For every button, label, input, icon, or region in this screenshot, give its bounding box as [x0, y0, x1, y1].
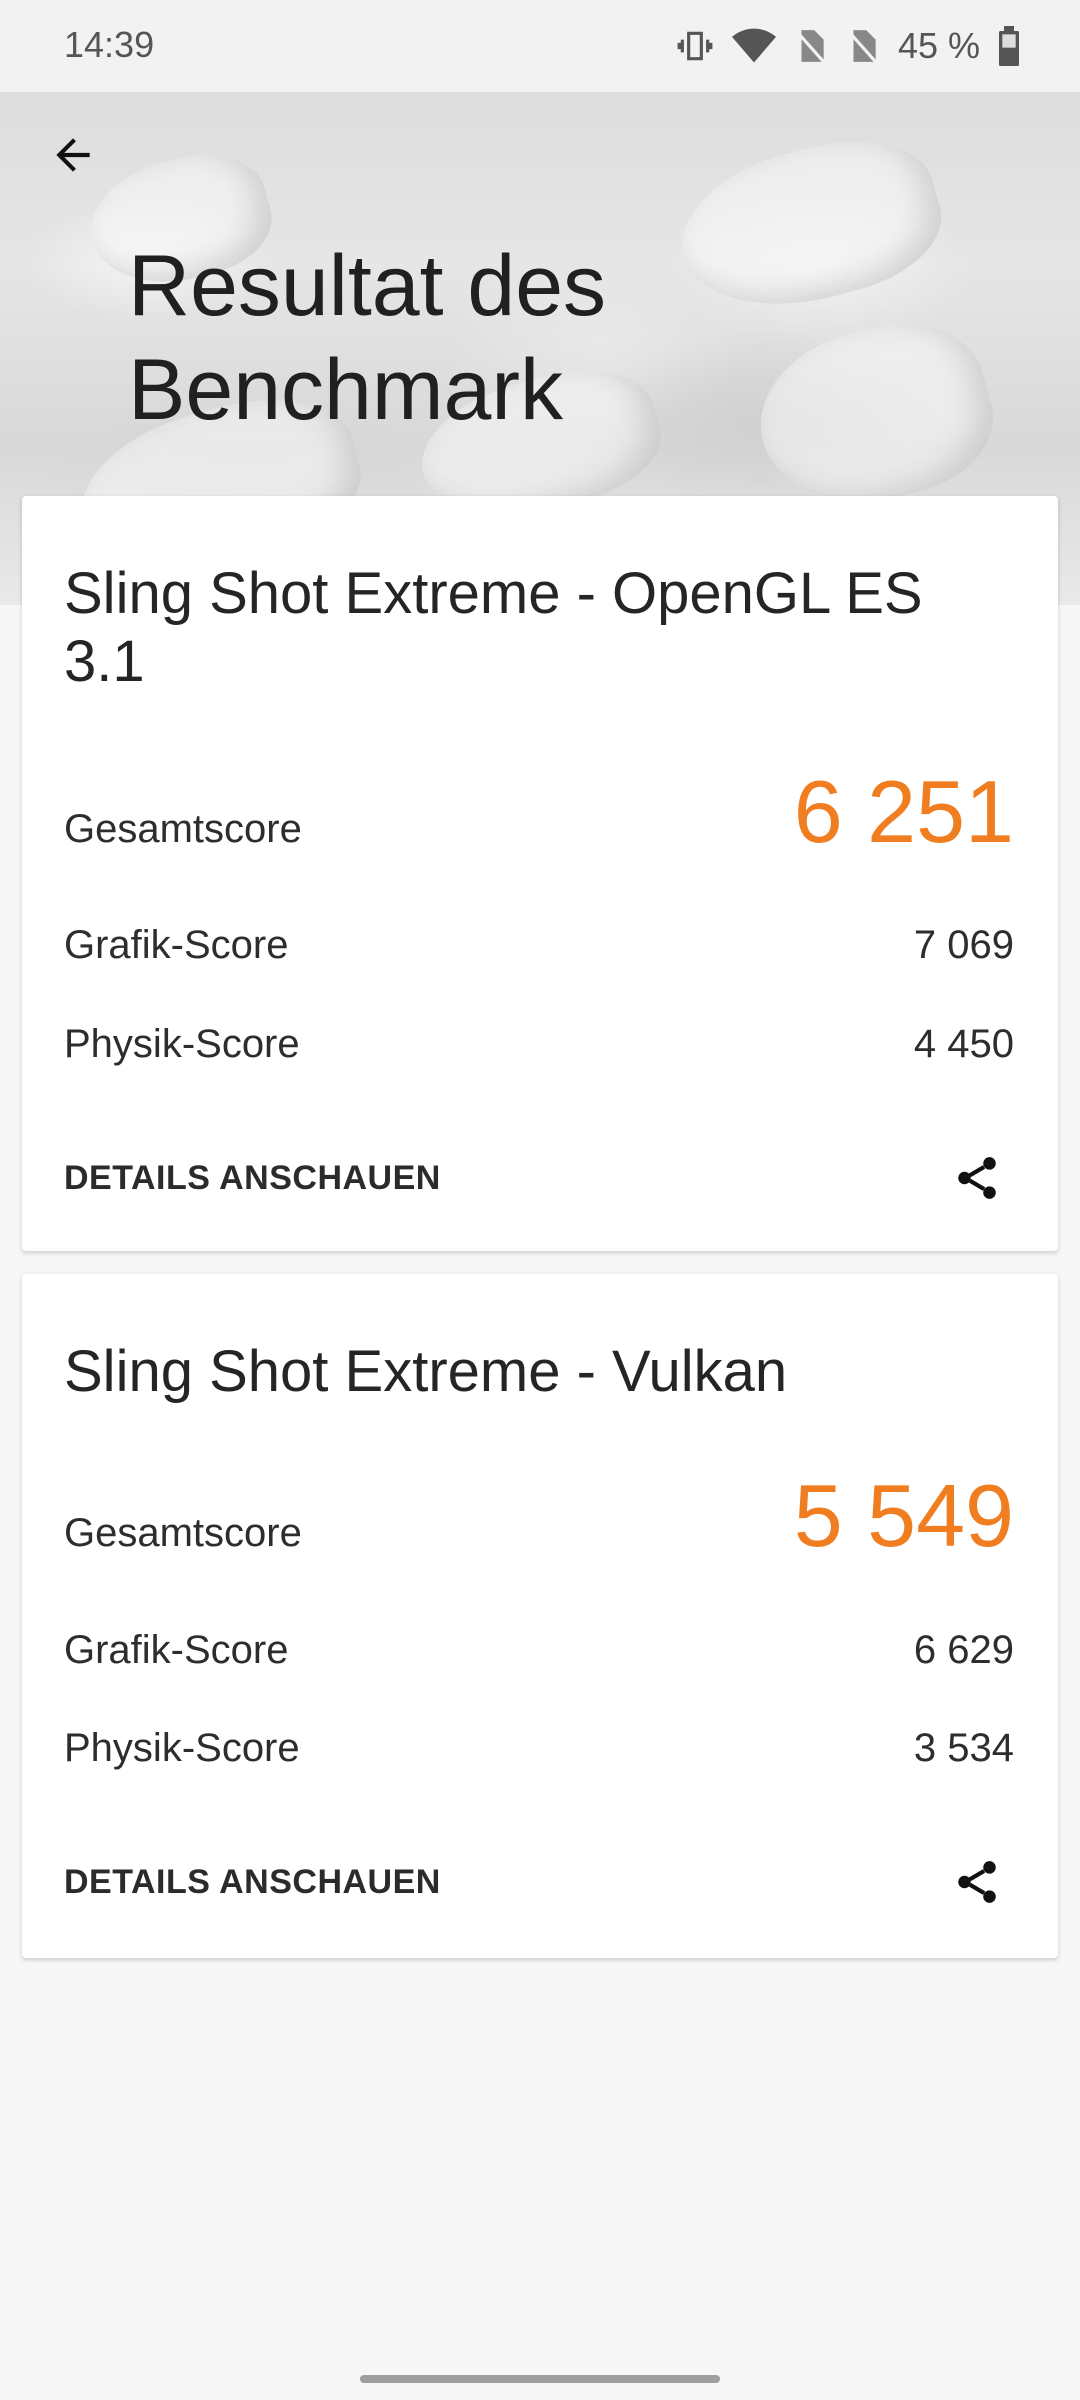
total-score-value: 6 251 [793, 762, 1014, 861]
result-card-title: Sling Shot Extreme - OpenGL ES 3.1 [64, 561, 923, 694]
share-icon [958, 1157, 996, 1199]
card-footer: DETAILS ANSCHAUEN [64, 1842, 1014, 1922]
result-card-opengl: Sling Shot Extreme - OpenGL ES 3.1 Gesam… [22, 496, 1058, 1251]
share-button[interactable] [940, 1845, 1014, 1919]
status-bar: 14:39 45 % [0, 0, 1080, 92]
status-time: 14:39 [64, 24, 155, 65]
navigation-handle[interactable] [360, 2375, 720, 2383]
details-button[interactable]: DETAILS ANSCHAUEN [64, 1863, 441, 1902]
graphics-score-value: 6 629 [913, 1628, 1014, 1672]
physics-score-label: Physik-Score [64, 1022, 300, 1066]
physics-score-row: Physik-Score 4 450 [64, 1022, 1014, 1067]
wifi-icon [731, 27, 776, 65]
physics-score-row: Physik-Score 3 534 [64, 1726, 1014, 1771]
battery-percent: 45 % [897, 25, 980, 66]
physics-score-value: 3 534 [913, 1726, 1014, 1770]
total-score-row: Gesamtscore 5 549 [64, 1472, 1014, 1560]
graphics-score-label: Grafik-Score [64, 1628, 289, 1672]
total-score-label: Gesamtscore [64, 807, 302, 851]
graphics-score-value: 7 069 [913, 923, 1014, 967]
total-score-row: Gesamtscore 6 251 [64, 768, 1014, 856]
result-card-title: Sling Shot Extreme - Vulkan [64, 1339, 788, 1404]
share-icon [958, 1861, 996, 1903]
graphics-score-label: Grafik-Score [64, 923, 289, 967]
status-icons: 45 % [676, 20, 1020, 72]
vibrate-icon [676, 27, 714, 65]
battery-icon [998, 26, 1020, 66]
total-score-value: 5 549 [793, 1466, 1014, 1565]
physics-score-label: Physik-Score [64, 1726, 300, 1770]
no-sim-icon [846, 27, 880, 65]
graphics-score-row: Grafik-Score 7 069 [64, 923, 1014, 968]
details-button[interactable]: DETAILS ANSCHAUEN [64, 1159, 441, 1198]
result-card-vulkan: Sling Shot Extreme - Vulkan Gesamtscore … [22, 1274, 1058, 1958]
share-button[interactable] [940, 1141, 1014, 1215]
card-footer: DETAILS ANSCHAUEN [64, 1138, 1014, 1218]
no-sim-icon [794, 27, 828, 65]
total-score-label: Gesamtscore [64, 1511, 302, 1555]
page-title: Resultat des Benchmark [128, 238, 607, 438]
graphics-score-row: Grafik-Score 6 629 [64, 1628, 1014, 1673]
back-button[interactable] [38, 120, 108, 190]
physics-score-value: 4 450 [913, 1022, 1014, 1066]
arrow-left-icon [56, 138, 90, 172]
